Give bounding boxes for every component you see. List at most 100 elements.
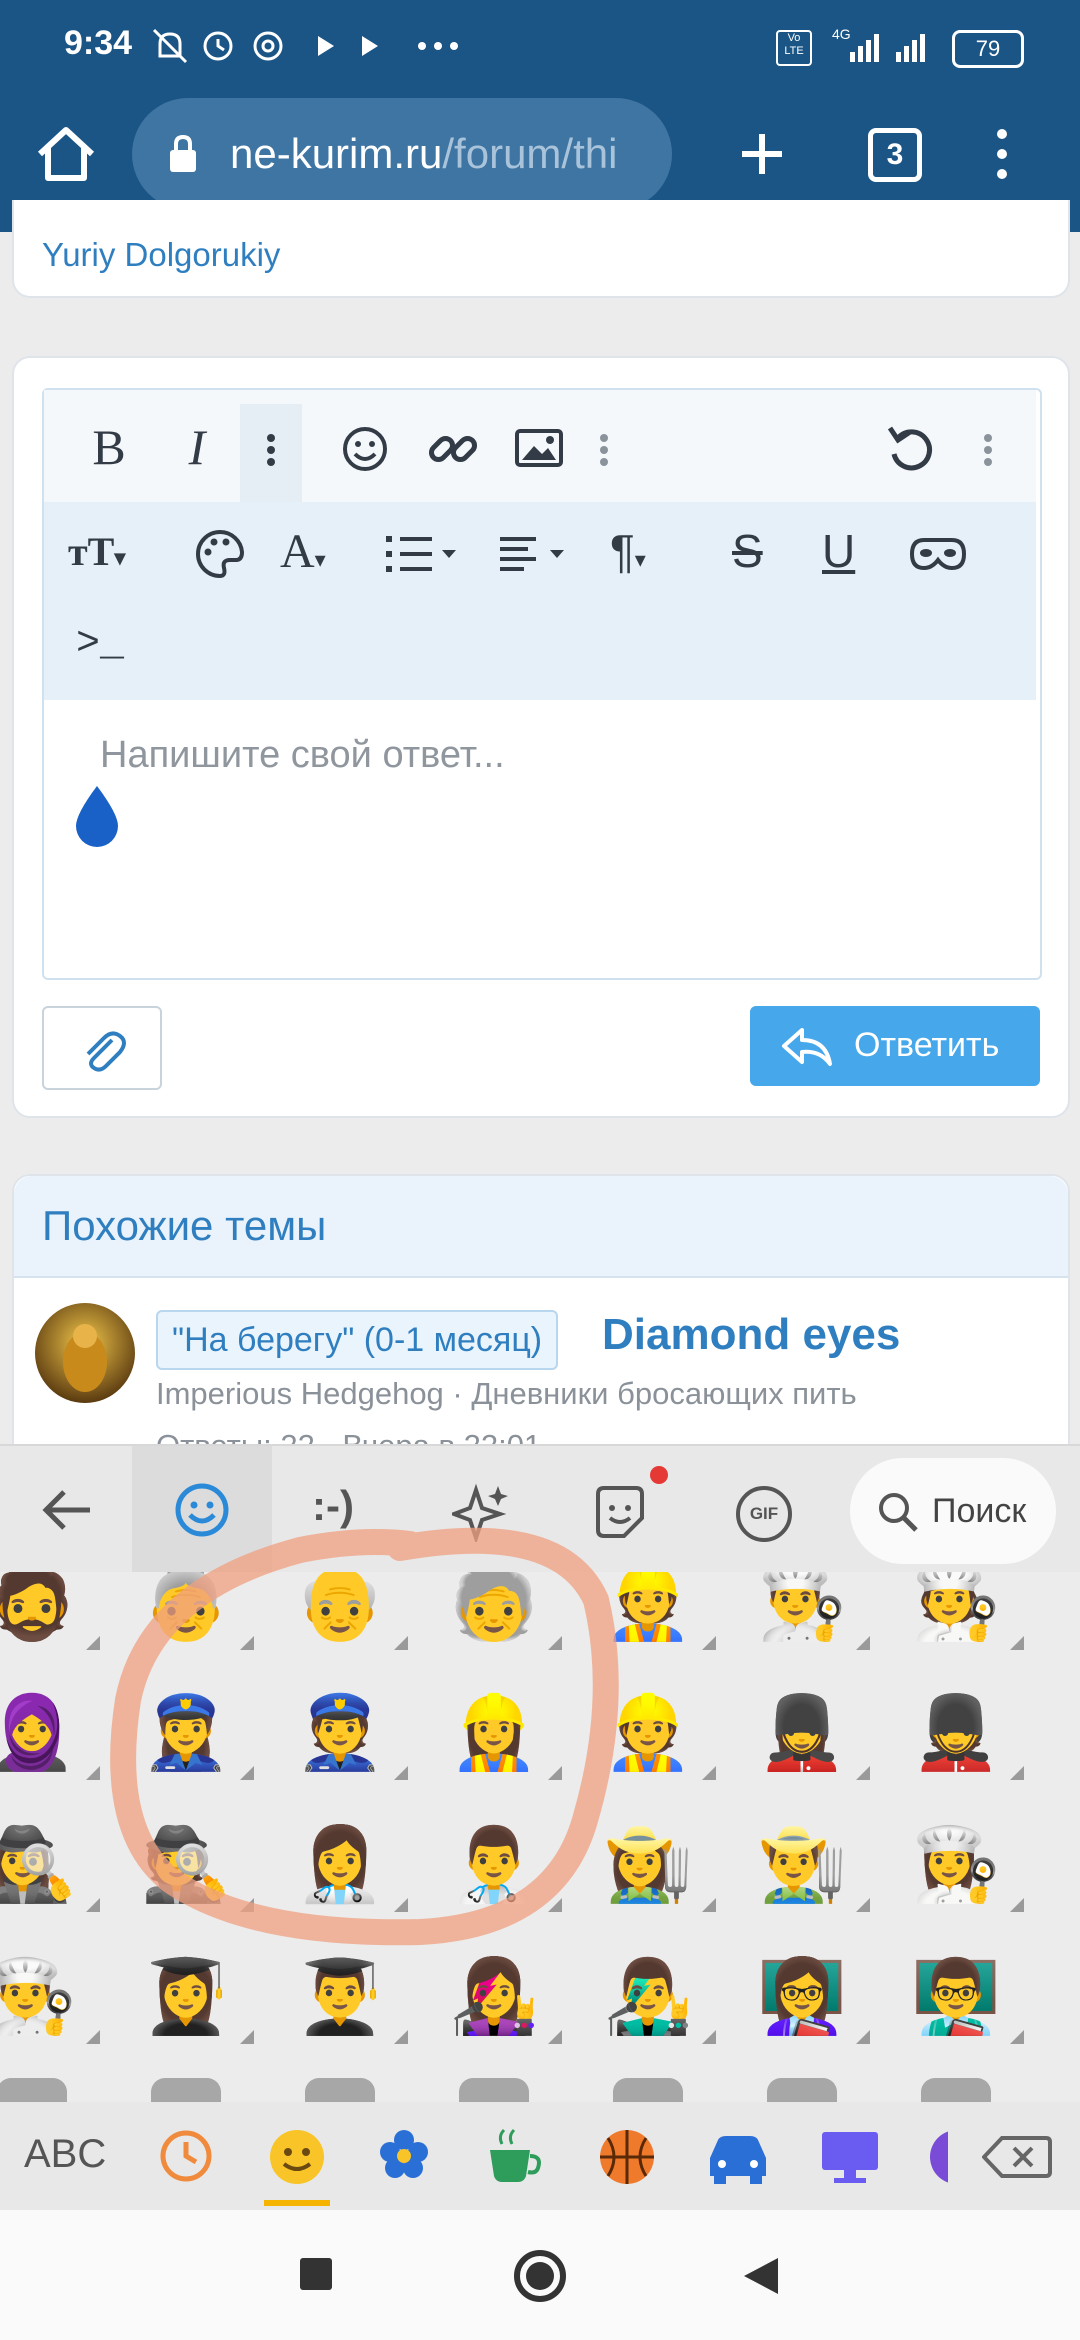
emoji-key[interactable]: 👵: [136, 1572, 254, 1650]
strikethrough-icon[interactable]: S: [732, 524, 763, 578]
list-icon[interactable]: [384, 532, 464, 576]
tab-switcher-button[interactable]: 3: [868, 128, 922, 182]
emoji-glyph: 👨‍🎤: [603, 1957, 693, 2037]
sports-category-icon[interactable]: [596, 2126, 658, 2188]
image-icon[interactable]: [514, 428, 564, 468]
spoiler-mask-icon[interactable]: [908, 534, 968, 574]
reply-input[interactable]: Напишите свой ответ...: [100, 734, 505, 777]
emoji-key[interactable]: 👩‍🎤: [444, 1944, 562, 2044]
bold-icon[interactable]: B: [84, 418, 134, 476]
font-color-icon[interactable]: A▾: [280, 524, 326, 579]
emoji-key[interactable]: 🕵️: [136, 1812, 254, 1912]
tab-emoji[interactable]: [132, 1446, 272, 1574]
more-options-icon[interactable]: [240, 404, 302, 502]
more-actions-icon[interactable]: [978, 420, 998, 480]
emoji-key[interactable]: 👨‍⚕️: [444, 1812, 562, 1912]
flower-category-icon[interactable]: [374, 2126, 434, 2188]
smileys-category-icon[interactable]: [266, 2126, 328, 2188]
emoji-key[interactable]: 💂: [906, 1680, 1024, 1780]
italic-icon[interactable]: I: [172, 418, 222, 476]
undo-icon[interactable]: [884, 420, 940, 476]
palette-icon[interactable]: [194, 528, 246, 580]
home-icon[interactable]: [34, 124, 98, 184]
tab-emoticons[interactable]: :-): [312, 1482, 354, 1530]
emoji-glyph: 🧑‍🍳: [911, 1572, 1001, 1643]
emoji-key[interactable]: 👮: [290, 1680, 408, 1780]
align-icon[interactable]: [498, 532, 578, 576]
similar-threads-header: Похожие темы: [14, 1176, 1068, 1278]
emoji-glyph: 🕵️: [141, 1825, 231, 1905]
emoji-key[interactable]: 👷: [598, 1680, 716, 1780]
skin-tone-indicator: [1010, 1898, 1024, 1912]
emoji-key[interactable]: 👨‍🎤: [598, 1944, 716, 2044]
emoji-key[interactable]: 👨‍🍳: [0, 1944, 100, 2044]
emoji-key[interactable]: 💂‍♀️: [752, 1680, 870, 1780]
emoji-key[interactable]: 👨‍🏫: [906, 1944, 1024, 2044]
smiley-icon[interactable]: [340, 424, 390, 474]
recents-icon[interactable]: [300, 2258, 332, 2290]
emoji-key[interactable]: 👩‍🎓: [136, 1944, 254, 2044]
emoji-key[interactable]: 👩‍🌾: [598, 1812, 716, 1912]
travel-category-icon[interactable]: [704, 2130, 772, 2186]
emoji-key[interactable]: 🕵️‍♀️: [0, 1812, 100, 1912]
sparkle-icon[interactable]: [452, 1482, 512, 1542]
food-category-icon[interactable]: [482, 2126, 546, 2188]
emoji-key-partial[interactable]: [151, 2078, 221, 2102]
gif-icon[interactable]: GIF: [736, 1486, 792, 1542]
link-icon[interactable]: [426, 422, 480, 476]
emoji-key[interactable]: 🧓: [444, 1572, 562, 1650]
skin-tone-indicator: [702, 1898, 716, 1912]
emoji-key[interactable]: 👮‍♀️: [136, 1680, 254, 1780]
emoji-key-partial[interactable]: [305, 2078, 375, 2102]
emoji-search-button[interactable]: Поиск: [850, 1458, 1056, 1564]
skin-tone-indicator: [394, 1636, 408, 1650]
underline-icon[interactable]: U: [822, 524, 855, 578]
emoji-key[interactable]: 👩‍🍳: [906, 1812, 1024, 1912]
thread-title-link[interactable]: Diamond eyes: [602, 1310, 900, 1360]
emoji-glyph: 👨‍🌾: [757, 1825, 847, 1905]
avatar[interactable]: [34, 1302, 136, 1404]
backspace-icon[interactable]: [982, 2134, 1052, 2180]
emoji-key[interactable]: 🧑‍🍳: [906, 1572, 1024, 1650]
emoji-key[interactable]: 👴: [290, 1572, 408, 1650]
home-nav-icon[interactable]: [514, 2250, 566, 2302]
emoji-key[interactable]: 🧕: [0, 1680, 100, 1780]
post-author-link[interactable]: Yuriy Dolgorukiy: [42, 236, 280, 274]
emoji-key-partial[interactable]: [613, 2078, 683, 2102]
emoji-key[interactable]: 👷: [598, 1572, 716, 1650]
attach-button[interactable]: [42, 1006, 162, 1090]
new-tab-icon[interactable]: [738, 130, 786, 178]
thread-prefix-tag[interactable]: "На берегу" (0-1 месяц): [156, 1310, 559, 1370]
emoji-key-partial[interactable]: [767, 2078, 837, 2102]
symbols-category-icon[interactable]: [930, 2130, 948, 2184]
emoji-key[interactable]: 👨‍🎓: [290, 1944, 408, 2044]
font-size-icon[interactable]: тT▾: [68, 528, 125, 575]
emoji-glyph: 🧔: [0, 1572, 77, 1643]
emoji-key[interactable]: 👩‍🏫: [752, 1944, 870, 2044]
objects-category-icon[interactable]: [818, 2128, 882, 2188]
emoji-key[interactable]: 👨‍🍳: [752, 1572, 870, 1650]
emoji-smiley-icon: [175, 1483, 229, 1537]
browser-menu-icon[interactable]: [990, 126, 1014, 182]
notification-icons: [152, 28, 458, 64]
recent-clock-icon[interactable]: [158, 2128, 214, 2184]
emoji-key-partial[interactable]: [0, 2078, 67, 2102]
abc-key[interactable]: ABC: [24, 2132, 106, 2177]
back-arrow-icon[interactable]: [40, 1486, 94, 1534]
sticker-icon[interactable]: [592, 1484, 648, 1540]
back-nav-icon[interactable]: [740, 2254, 780, 2298]
emoji-key[interactable]: 👷‍♀️: [444, 1680, 562, 1780]
emoji-glyph: 👩‍⚕️: [295, 1825, 385, 1905]
emoji-key[interactable]: 👨‍🌾: [752, 1812, 870, 1912]
more-insert-icon[interactable]: [594, 420, 614, 480]
emoji-glyph: 🕵️‍♀️: [0, 1825, 77, 1905]
emoji-key[interactable]: 👩‍⚕️: [290, 1812, 408, 1912]
url-bar[interactable]: ne-kurim.ru/forum/thi: [132, 98, 672, 210]
skin-tone-indicator: [240, 2030, 254, 2044]
emoji-key-partial[interactable]: [459, 2078, 529, 2102]
code-icon[interactable]: >_: [76, 622, 124, 667]
emoji-key[interactable]: 🧔: [0, 1572, 100, 1650]
paragraph-icon[interactable]: ¶▾: [610, 524, 646, 578]
reply-button[interactable]: Ответить: [750, 1006, 1040, 1086]
emoji-key-partial[interactable]: [921, 2078, 991, 2102]
